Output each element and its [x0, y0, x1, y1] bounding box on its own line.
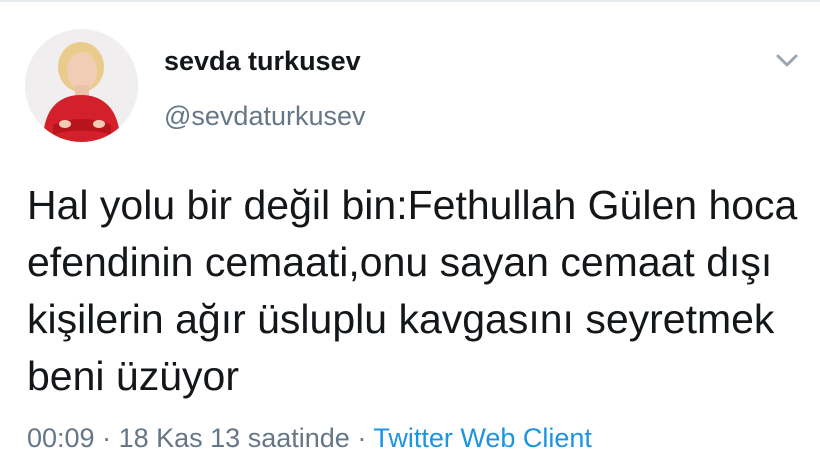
meta-separator-2: ·	[357, 423, 367, 453]
tweet-time[interactable]: 00:09	[27, 423, 95, 453]
top-divider	[0, 0, 820, 2]
avatar-image	[25, 29, 138, 142]
author-display-name[interactable]: sevda turkusev	[164, 44, 361, 78]
tweet-menu-button[interactable]	[770, 44, 804, 78]
chevron-down-icon	[776, 54, 798, 67]
tweet-meta: 00:09 · 18 Kas 13 saatinde · Twitter Web…	[27, 421, 592, 455]
meta-separator: ·	[102, 423, 112, 453]
author-handle[interactable]: @sevdaturkusev	[164, 99, 366, 133]
tweet-text: Hal yolu bir değil bin:Fethullah Gülen h…	[27, 182, 798, 399]
avatar[interactable]	[25, 29, 138, 142]
tweet-date[interactable]: 18 Kas 13 saatinde	[119, 423, 350, 453]
tweet-source-link[interactable]: Twitter Web Client	[373, 423, 592, 453]
